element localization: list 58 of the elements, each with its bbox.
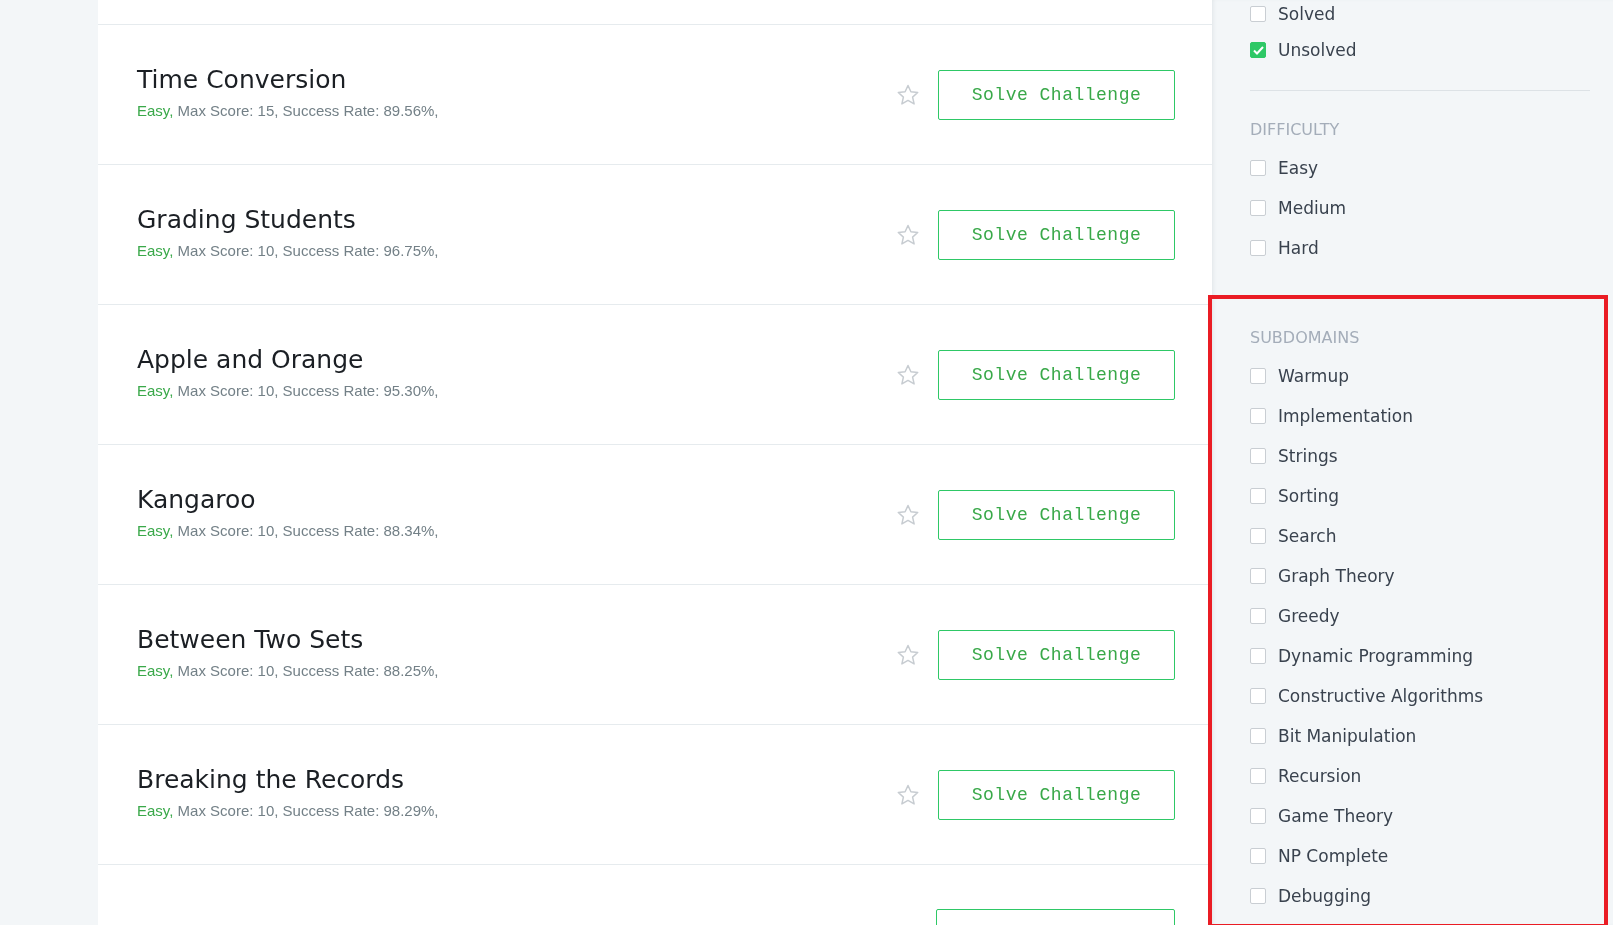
filter-label[interactable]: Strings	[1278, 446, 1338, 466]
filter-label[interactable]: Solved	[1278, 4, 1336, 24]
checkbox[interactable]	[1250, 688, 1266, 704]
star-icon[interactable]	[896, 782, 920, 807]
checkbox[interactable]	[1250, 368, 1266, 384]
challenge-title[interactable]: Grading Students	[137, 204, 896, 234]
filter-label[interactable]: Easy	[1278, 158, 1319, 178]
checkbox[interactable]	[1250, 408, 1266, 424]
challenge-meta: Easy, Max Score: 10, Success Rate: 98.29%,	[137, 801, 440, 819]
filter-label[interactable]: Dynamic Programming	[1278, 646, 1473, 666]
checkbox[interactable]	[1250, 240, 1266, 256]
challenge-meta: Easy, Max Score: 10, Success Rate: 88.25%,	[137, 661, 440, 679]
challenge-meta: Easy, Max Score: 10, Success Rate: 95.30%,	[137, 381, 440, 399]
filter-label[interactable]: Implementation	[1278, 406, 1413, 426]
filter-label[interactable]: Warmup	[1278, 366, 1349, 386]
filter-heading: SUBDOMAINS	[1250, 326, 1361, 349]
challenge-meta: Easy, Max Score: 15, Success Rate: 89.56%,	[137, 101, 440, 119]
challenge-title[interactable]: Breaking the Records	[137, 764, 896, 794]
checkbox[interactable]	[1250, 568, 1266, 584]
checkbox[interactable]	[1250, 768, 1266, 784]
challenge-title[interactable]: Between Two Sets	[137, 624, 896, 654]
filter-label[interactable]: Game Theory	[1278, 806, 1394, 826]
challenge-meta: Easy, Max Score: 10, Success Rate: 96.75%,	[137, 241, 440, 259]
filter-label[interactable]: Debugging	[1278, 886, 1371, 906]
star-icon[interactable]	[896, 362, 920, 387]
filter-label[interactable]: Bit Manipulation	[1278, 726, 1417, 746]
filter-label[interactable]: Greedy	[1278, 606, 1340, 626]
checkbox[interactable]	[1250, 608, 1266, 624]
checkbox[interactable]	[1250, 42, 1266, 58]
checkbox[interactable]	[1250, 648, 1266, 664]
filter-heading: DIFFICULTY	[1250, 118, 1341, 141]
checkbox[interactable]	[1250, 528, 1266, 544]
checkbox[interactable]	[1250, 488, 1266, 504]
challenge-title[interactable]: Kangaroo	[137, 484, 896, 514]
star-icon[interactable]	[896, 82, 920, 107]
filter-label[interactable]: NP Complete	[1278, 846, 1389, 866]
challenge-title[interactable]: Time Conversion	[137, 64, 896, 94]
filter-label[interactable]: Search	[1278, 526, 1337, 546]
checkbox[interactable]	[1250, 200, 1266, 216]
challenge-title[interactable]: Apple and Orange	[137, 344, 896, 374]
star-icon[interactable]	[896, 222, 920, 247]
checkbox[interactable]	[1250, 6, 1266, 22]
checkbox[interactable]	[1250, 888, 1266, 904]
star-icon[interactable]	[896, 642, 920, 667]
checkbox[interactable]	[1250, 808, 1266, 824]
filter-label[interactable]: Graph Theory	[1278, 566, 1395, 586]
filter-label[interactable]: Hard	[1278, 238, 1319, 258]
filter-label[interactable]: Constructive Algorithms	[1278, 686, 1484, 706]
filter-label[interactable]: Recursion	[1278, 766, 1362, 786]
filter-label[interactable]: Unsolved	[1278, 40, 1357, 60]
checkbox[interactable]	[1250, 160, 1266, 176]
filter-label[interactable]: Medium	[1278, 198, 1346, 218]
checkbox[interactable]	[1250, 728, 1266, 744]
star-icon[interactable]	[896, 502, 920, 527]
filter-label[interactable]: Sorting	[1278, 486, 1340, 506]
checkbox[interactable]	[1250, 848, 1266, 864]
challenge-meta: Easy, Max Score: 10, Success Rate: 88.34%,	[137, 521, 440, 539]
checkbox[interactable]	[1250, 448, 1266, 464]
